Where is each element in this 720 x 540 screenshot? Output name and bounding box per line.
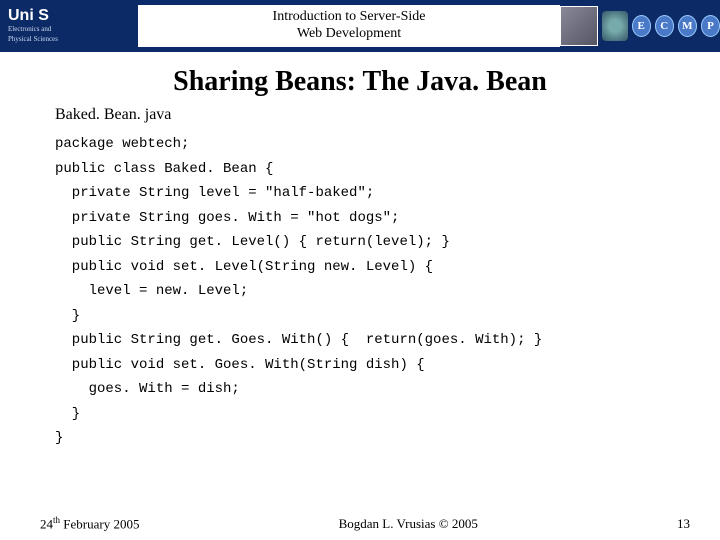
header-photo (560, 6, 598, 46)
footer-page-number: 13 (677, 516, 690, 532)
slide-content: Baked. Bean. java package webtech; publi… (0, 106, 720, 451)
department-line1: Electronics and (8, 26, 138, 34)
badge-m: M (678, 15, 697, 37)
badge-p: P (701, 15, 720, 37)
date-ordinal: th (53, 515, 60, 525)
header-title-block: Introduction to Server-Side Web Developm… (138, 5, 560, 47)
slide-title: Sharing Beans: The Java. Bean (0, 66, 720, 98)
course-title-line2: Web Development (297, 26, 401, 43)
badge-e: E (632, 15, 651, 37)
course-title-line1: Introduction to Server-Side (273, 9, 426, 26)
code-block: package webtech; public class Baked. Bea… (55, 132, 680, 451)
header-emblem (602, 11, 628, 41)
badge-c: C (655, 15, 674, 37)
university-logo: Uni S (8, 8, 138, 24)
date-rest: February 2005 (60, 516, 139, 531)
department-line2: Physical Sciences (8, 36, 138, 44)
footer-author: Bogdan L. Vrusias © 2005 (339, 516, 478, 532)
slide-footer: 24th February 2005 Bogdan L. Vrusias © 2… (0, 515, 720, 532)
header-right-block: E C M P (560, 0, 720, 52)
footer-date: 24th February 2005 (40, 515, 139, 532)
date-day: 24 (40, 516, 53, 531)
slide-header: Uni S Electronics and Physical Sciences … (0, 0, 720, 52)
code-filename: Baked. Bean. java (55, 106, 680, 124)
header-logo-block: Uni S Electronics and Physical Sciences (0, 0, 138, 52)
